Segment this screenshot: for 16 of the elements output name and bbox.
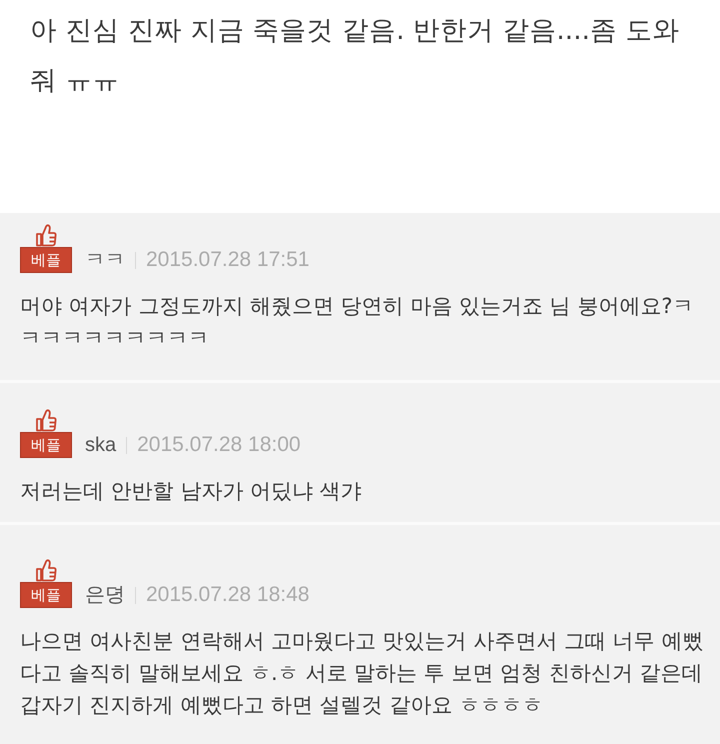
comment-text: 머야 여자가 그정도까지 해줬으면 당연히 마음 있는거죠 님 붕어에요?ㅋㅋㅋㅋㅋㅋㅋㅋㅋㅋ <box>20 293 695 352</box>
comment-text: 나으면 여사친분 연락해서 고마웠다고 맛있는거 사주면서 그때 너무 예뻤다고 솔직히 말해보세요 ㅎ.ㅎ 서로 말하는 투 보면 엄청 친하신거 같은데 갑자기 진지하게 예뻤다고 하면 설렐것 같아요 ㅎㅎㅎㅎ <box>20 628 704 719</box>
comment-text: 저러는데 안반할 남자가 어딨냐 색갸 <box>20 478 363 505</box>
best-badge: 베플 <box>20 432 72 458</box>
comment-author: ㅋㅋ <box>85 248 125 273</box>
thumbs-up-icon <box>35 558 57 582</box>
comment-date: 2015.07.28 18:48 <box>146 583 310 608</box>
post-text: 아 진심 진짜 지금 죽을것 같음. 반한거 같음....좀 도와줘 ㅠㅠ <box>30 14 680 98</box>
thumbs-up-icon <box>35 223 57 247</box>
best-badge: 베플 <box>20 582 72 608</box>
best-badge: 베플 <box>20 247 72 273</box>
comment-date: 2015.07.28 17:51 <box>146 248 310 273</box>
comment-author: ska <box>85 433 116 458</box>
comment-author: 은뎡 <box>85 583 125 608</box>
comment-date: 2015.07.28 18:00 <box>137 433 301 458</box>
thumbs-up-icon <box>35 408 57 432</box>
